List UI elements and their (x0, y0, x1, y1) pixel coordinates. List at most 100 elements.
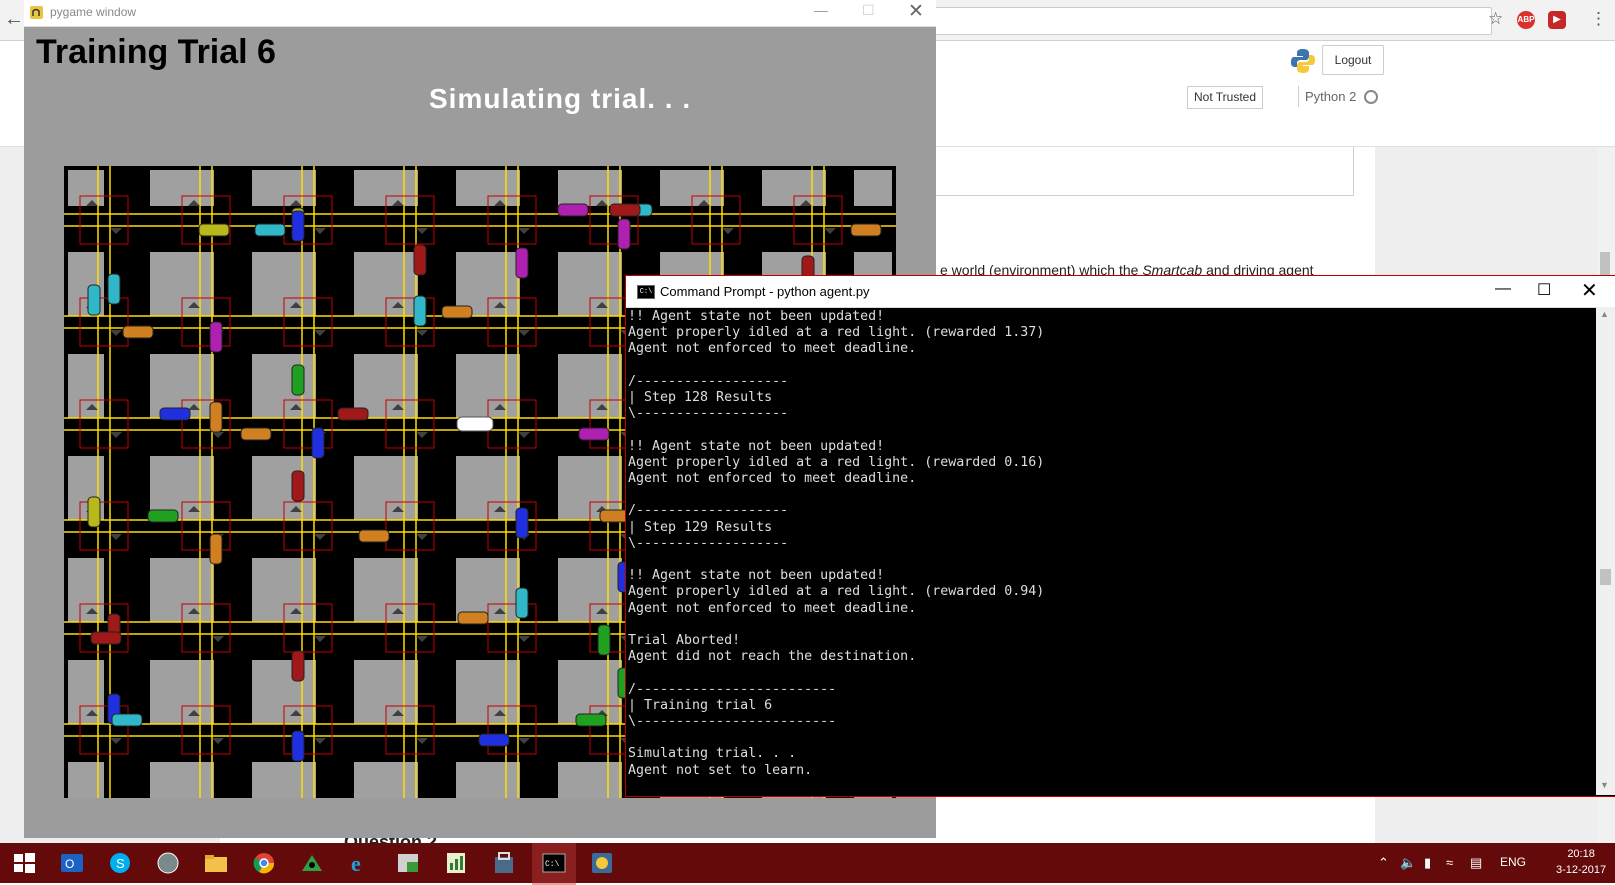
svg-text:S: S (116, 856, 125, 871)
chrome-icon[interactable] (250, 849, 278, 877)
car-icon (209, 533, 223, 565)
svg-text:C:\: C:\ (545, 860, 560, 869)
car-icon (122, 325, 154, 339)
adblock-icon[interactable]: ABP (1517, 11, 1535, 29)
car-icon (87, 496, 101, 528)
city-block (558, 762, 622, 798)
logout-button[interactable]: Logout (1322, 45, 1384, 75)
pygame-snake-icon (30, 6, 43, 19)
maximize-icon[interactable]: ☐ (862, 2, 875, 19)
battery-icon[interactable]: ▮ (1424, 855, 1431, 871)
close-icon[interactable]: ✕ (908, 0, 924, 23)
car-icon (441, 305, 473, 319)
car-icon (159, 407, 191, 421)
store-icon[interactable] (490, 849, 518, 877)
command-prompt-icon[interactable]: C:\ (540, 849, 568, 877)
simulation-status: Simulating trial. . . (429, 83, 692, 114)
bookmark-star-icon[interactable]: ☆ (1488, 9, 1503, 29)
car-icon (413, 244, 427, 276)
command-prompt-window: C:\ Command Prompt - python agent.py — ☐… (625, 275, 1615, 797)
car-icon (107, 273, 121, 305)
kernel-status-icon (1364, 90, 1378, 104)
excel-icon[interactable] (442, 849, 470, 877)
car-icon (850, 223, 882, 237)
kernel-name: Python 2 (1298, 86, 1356, 107)
close-icon[interactable]: ✕ (1581, 278, 1598, 303)
smartcab-agent-icon (456, 416, 494, 432)
volume-icon[interactable]: 🔈 (1400, 855, 1416, 871)
python-icon[interactable] (588, 849, 616, 877)
internet-explorer-icon[interactable]: e (346, 849, 374, 877)
console-output[interactable]: !! Agent state not been updated! Agent p… (628, 309, 1596, 794)
notification-icon[interactable]: ▤ (1470, 855, 1482, 871)
media-app-icon[interactable] (394, 849, 422, 877)
car-icon (291, 470, 305, 502)
file-explorer-icon[interactable] (202, 849, 230, 877)
game-icon[interactable] (298, 849, 326, 877)
car-icon (358, 529, 390, 543)
car-icon (291, 730, 305, 762)
car-icon (311, 427, 325, 459)
car-icon (240, 427, 272, 441)
minimize-icon[interactable]: — (814, 2, 828, 18)
car-icon (90, 631, 122, 645)
city-block (456, 762, 520, 798)
car-icon (254, 223, 286, 237)
start-icon[interactable] (10, 849, 38, 877)
clock-time: 20:18 (1567, 848, 1595, 860)
clock-date: 3-12-2017 (1556, 864, 1607, 876)
cmd-window-title: Command Prompt - python agent.py (660, 284, 870, 299)
trial-heading: Training Trial 6 (36, 33, 276, 71)
system-clock[interactable]: 20:18 3-12-2017 (1556, 846, 1606, 878)
car-icon (147, 509, 179, 523)
car-icon (209, 321, 223, 353)
car-icon (557, 203, 589, 217)
car-icon (617, 218, 631, 250)
language-indicator[interactable]: ENG (1500, 855, 1526, 869)
car-icon (413, 295, 427, 327)
pygame-titlebar: pygame window — ☐ ✕ (24, 0, 936, 27)
minimize-icon[interactable]: — (1495, 280, 1511, 298)
tray-expand-icon[interactable]: ⌃ (1378, 855, 1389, 871)
car-icon (291, 364, 305, 396)
car-icon (291, 650, 305, 682)
car-icon (337, 407, 369, 421)
skype-icon[interactable]: S (106, 849, 134, 877)
scroll-up-icon[interactable]: ▲ (1600, 309, 1609, 319)
car-icon (87, 284, 101, 316)
back-arrow-icon[interactable]: ← (4, 8, 26, 32)
car-icon (198, 223, 230, 237)
network-globe-icon[interactable] (154, 849, 182, 877)
extension-icon[interactable]: ▶ (1548, 11, 1566, 29)
console-scrollbar[interactable] (1596, 307, 1615, 795)
car-icon (291, 210, 305, 242)
cmd-window-icon: C:\ (637, 285, 655, 299)
car-icon (578, 427, 610, 441)
city-block (252, 762, 316, 798)
taskbar: O S e C:\ ⌃ 🔈 ▮ ≈ ▤ ENG 20:18 3-12-2017 (0, 843, 1615, 885)
console-scrollbar-thumb[interactable] (1600, 569, 1611, 585)
car-icon (478, 733, 510, 747)
outlook-icon[interactable]: O (58, 849, 86, 877)
car-icon (609, 203, 641, 217)
car-icon (575, 713, 607, 727)
notebook-cell[interactable] (920, 147, 1354, 196)
car-icon (515, 507, 529, 539)
trust-indicator[interactable]: Not Trusted (1187, 86, 1264, 109)
scroll-down-icon[interactable]: ▼ (1600, 780, 1609, 790)
car-icon (515, 587, 529, 619)
wifi-icon[interactable]: ≈ (1446, 855, 1453, 870)
city-block (354, 762, 418, 798)
car-icon (209, 401, 223, 433)
city-block (854, 170, 892, 206)
car-icon (111, 713, 143, 727)
city-block (150, 762, 214, 798)
browser-menu-icon[interactable]: ⋮ (1590, 9, 1607, 29)
car-icon (597, 624, 611, 656)
python-logo-icon (1291, 49, 1315, 73)
svg-text:e: e (351, 851, 361, 876)
address-bar[interactable] (930, 7, 1492, 35)
car-icon (457, 611, 489, 625)
svg-text:O: O (65, 857, 74, 871)
maximize-icon[interactable]: ☐ (1537, 280, 1551, 300)
